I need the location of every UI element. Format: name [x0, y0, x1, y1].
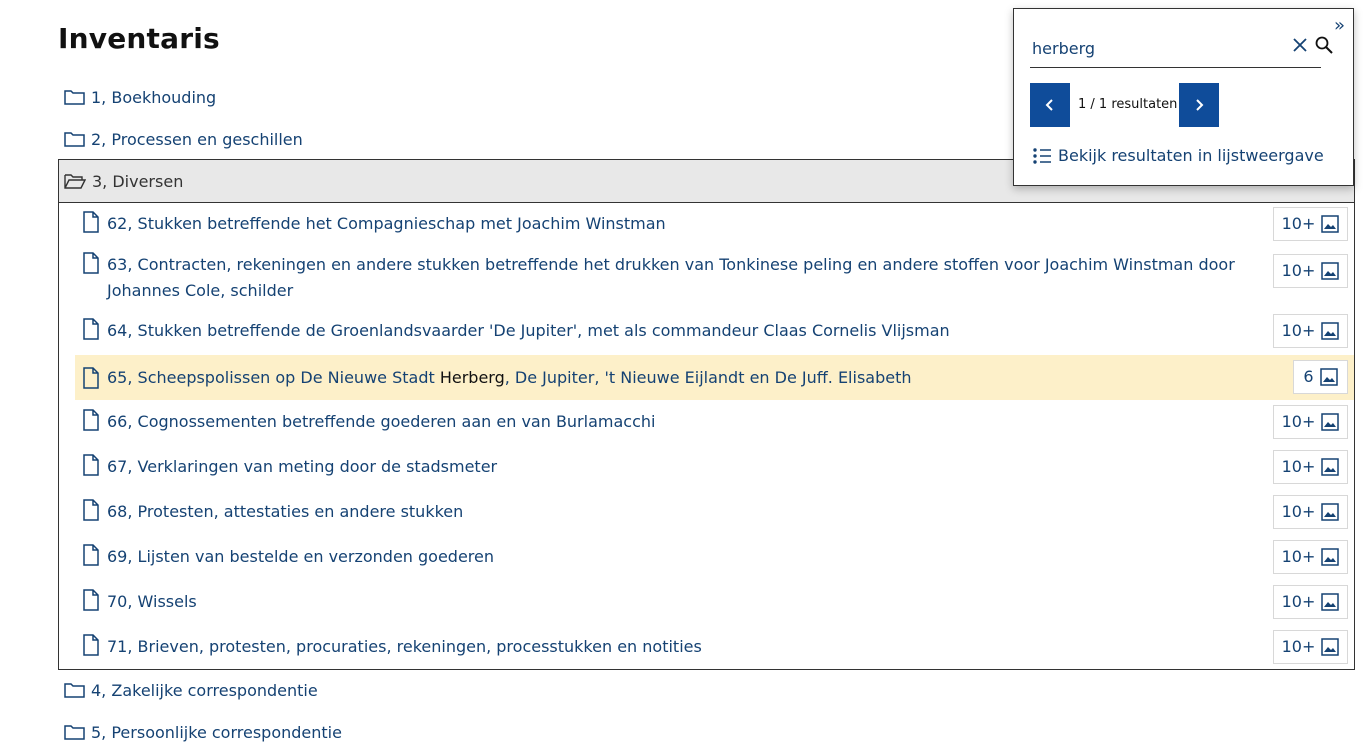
scans-button[interactable]: 10+ — [1273, 495, 1348, 529]
scans-button[interactable]: 10+ — [1273, 254, 1348, 288]
scans-count: 10+ — [1281, 547, 1316, 566]
inventory-item-label: 68, Protesten, attestaties en andere stu… — [107, 502, 464, 521]
inventory-item-label: 70, Wissels — [107, 592, 197, 611]
image-icon — [1321, 638, 1340, 656]
inventory-item-62[interactable]: 62, Stukken betreffende het Compagniesch… — [75, 207, 1354, 241]
search-match: Herberg — [439, 367, 505, 387]
search-panel: » 1 / 1 resultaten Bekijk resultaten in … — [1013, 8, 1354, 186]
double-chevron-right-icon[interactable]: » — [1334, 15, 1345, 36]
folder-label: 3, Diversen — [92, 171, 184, 191]
scans-count: 10+ — [1281, 457, 1316, 476]
folder-label: 1, Boekhouding — [91, 87, 217, 107]
next-result-button[interactable] — [1179, 83, 1219, 127]
inventory-item-70[interactable]: 70, Wissels 10+ — [75, 585, 1354, 619]
scans-count: 10+ — [1281, 412, 1316, 431]
previous-result-button[interactable] — [1030, 83, 1070, 127]
folder-icon — [64, 132, 85, 147]
search-underline — [1030, 67, 1321, 68]
image-icon — [1321, 503, 1340, 521]
scans-button[interactable]: 6 — [1293, 360, 1348, 394]
page-title: Inventaris — [58, 22, 220, 55]
folder-item-1[interactable]: 1, Boekhouding — [64, 83, 216, 111]
folder-label: 4, Zakelijke correspondentie — [91, 680, 318, 700]
image-icon — [1321, 413, 1340, 431]
scans-button[interactable]: 10+ — [1273, 540, 1348, 574]
inventory-item-68[interactable]: 68, Protesten, attestaties en andere stu… — [75, 495, 1354, 529]
scans-count: 10+ — [1281, 321, 1316, 340]
scans-count: 6 — [1303, 367, 1314, 386]
scans-count: 10+ — [1281, 637, 1316, 656]
list-icon — [1033, 147, 1051, 164]
image-icon — [1321, 593, 1340, 611]
scans-button[interactable]: 10+ — [1273, 314, 1348, 348]
folder-icon — [64, 683, 85, 698]
inventory-item-71[interactable]: 71, Brieven, protesten, procuraties, rek… — [75, 630, 1354, 664]
document-icon — [83, 544, 99, 566]
document-icon — [83, 318, 99, 340]
label-text-after: , De Jupiter, 't Nieuwe Eijlandt en De J… — [504, 367, 912, 387]
image-icon — [1321, 322, 1340, 340]
scans-button[interactable]: 10+ — [1273, 450, 1348, 484]
folder-item-4[interactable]: 4, Zakelijke correspondentie — [64, 676, 318, 704]
scans-count: 10+ — [1281, 261, 1316, 280]
folder-open-icon — [64, 174, 86, 189]
image-icon — [1319, 368, 1338, 386]
document-icon — [83, 409, 99, 431]
inventory-item-label: 65, Scheepspolissen op De Nieuwe Stadt H… — [107, 365, 1354, 391]
inventory-item-label: 66, Cognossementen betreffende goederen … — [107, 412, 656, 431]
scans-button[interactable]: 10+ — [1273, 630, 1348, 664]
folder-label: 2, Processen en geschillen — [91, 129, 303, 149]
inventory-item-label: 71, Brieven, protesten, procuraties, rek… — [107, 637, 702, 656]
scans-count: 10+ — [1281, 214, 1316, 233]
scans-button[interactable]: 10+ — [1273, 207, 1348, 241]
image-icon — [1321, 262, 1340, 280]
list-view-label: Bekijk resultaten in lijstweergave — [1058, 146, 1324, 165]
chevron-right-icon — [1196, 99, 1204, 111]
document-icon — [83, 589, 99, 611]
inventory-item-63[interactable]: 63, Contracten, rekeningen en andere stu… — [75, 252, 1354, 304]
folder-item-5[interactable]: 5, Persoonlijke correspondentie — [64, 718, 342, 746]
scans-count: 10+ — [1281, 502, 1316, 521]
inventory-item-65[interactable]: 65, Scheepspolissen op De Nieuwe Stadt H… — [75, 355, 1354, 400]
inventory-item-66[interactable]: 66, Cognossementen betreffende goederen … — [75, 405, 1354, 439]
chevron-left-icon — [1045, 99, 1053, 111]
document-icon — [83, 211, 99, 233]
close-icon[interactable] — [1292, 37, 1308, 53]
scans-count: 10+ — [1281, 592, 1316, 611]
document-icon — [83, 252, 99, 274]
open-folder-panel: 3, Diversen 62, Stukken betreffende het … — [58, 159, 1355, 670]
folder-icon — [64, 725, 85, 740]
folder-item-2[interactable]: 2, Processen en geschillen — [64, 125, 303, 153]
folder-icon — [64, 90, 85, 105]
inventory-item-label: 64, Stukken betreffende de Groenlandsvaa… — [107, 321, 950, 340]
label-text-before: 65, Scheepspolissen op De Nieuwe Stadt — [107, 367, 440, 387]
inventory-item-label: 63, Contracten, rekeningen en andere stu… — [107, 255, 1235, 300]
result-count: 1 / 1 resultaten — [1078, 97, 1178, 112]
image-icon — [1321, 548, 1340, 566]
document-icon — [83, 634, 99, 656]
document-icon — [83, 499, 99, 521]
inventory-item-64[interactable]: 64, Stukken betreffende de Groenlandsvaa… — [75, 314, 1354, 348]
scans-button[interactable]: 10+ — [1273, 585, 1348, 619]
document-icon — [83, 454, 99, 476]
inventory-item-label: 67, Verklaringen van meting door de stad… — [107, 457, 498, 476]
document-icon — [83, 366, 99, 389]
inventory-item-67[interactable]: 67, Verklaringen van meting door de stad… — [75, 450, 1354, 484]
inventory-item-69[interactable]: 69, Lijsten van bestelde en verzonden go… — [75, 540, 1354, 574]
search-input[interactable] — [1030, 35, 1264, 61]
image-icon — [1321, 458, 1340, 476]
inventory-item-label: 62, Stukken betreffende het Compagniesch… — [107, 214, 666, 233]
search-icon[interactable] — [1315, 36, 1333, 54]
inventory-item-label: 69, Lijsten van bestelde en verzonden go… — [107, 547, 495, 566]
image-icon — [1321, 215, 1340, 233]
folder-label: 5, Persoonlijke correspondentie — [91, 722, 342, 742]
scans-button[interactable]: 10+ — [1273, 405, 1348, 439]
list-view-link[interactable]: Bekijk resultaten in lijstweergave — [1032, 146, 1324, 165]
